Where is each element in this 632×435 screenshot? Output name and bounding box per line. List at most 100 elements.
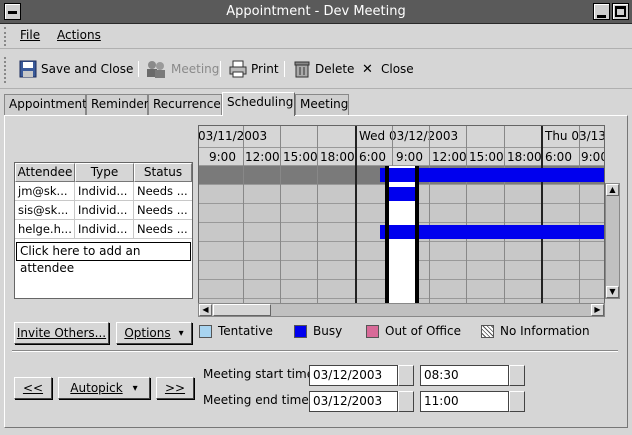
- title-bar: Appointment - Dev Meeting: [0, 0, 632, 24]
- grid-col-line: [466, 126, 467, 315]
- legend-out-of-office: Out of Office: [366, 324, 461, 338]
- start-time-field[interactable]: 08:30: [420, 365, 509, 386]
- legend-busy: Busy: [294, 324, 342, 338]
- next-button[interactable]: >>: [156, 377, 194, 399]
- add-attendee-field[interactable]: Click here to add an attendee: [16, 242, 191, 275]
- type-cell: Individ...: [75, 201, 134, 219]
- column-header-status[interactable]: Status: [134, 163, 192, 182]
- scroll-down-arrow-icon[interactable]: ▼: [606, 286, 619, 298]
- options-label: Options: [124, 326, 171, 340]
- end-date-dropdown[interactable]: [398, 391, 414, 412]
- tab-scheduling[interactable]: Scheduling: [222, 92, 295, 116]
- options-button[interactable]: Options ▾: [116, 322, 192, 344]
- day-header-row: 03/11/2003 Wed 03/12/2003 Thu 03/13/: [199, 126, 605, 148]
- hour-header-row: 9:00 12:00 15:00 18:00 6:00 9:00 12:00 1…: [199, 148, 604, 166]
- legend-tentative: Tentative: [199, 324, 273, 338]
- hour-label: 9:00: [581, 150, 604, 164]
- busy-swatch: [294, 324, 307, 338]
- divider: [12, 350, 618, 352]
- invite-others-label: Invite Others...: [16, 326, 107, 340]
- grid-col-line: [317, 126, 318, 315]
- hour-label: 6:00: [359, 150, 386, 164]
- column-header-attendee[interactable]: Attendee: [15, 163, 75, 182]
- invite-others-button[interactable]: Invite Others...: [14, 322, 109, 344]
- meeting-start-label: Meeting start time:: [203, 367, 319, 381]
- menubar-grip[interactable]: [4, 27, 10, 46]
- dropdown-arrow-icon: ▾: [178, 327, 184, 339]
- attendee-table[interactable]: Attendee Type Status jm@sk... Individ...…: [14, 162, 193, 299]
- tab-meeting[interactable]: Meeting: [295, 94, 349, 115]
- day-header: Wed 03/12/2003: [359, 129, 459, 143]
- day-header: Thu 03/13/: [545, 129, 605, 143]
- column-header-type[interactable]: Type: [75, 163, 134, 182]
- start-time-dropdown[interactable]: [509, 365, 525, 386]
- maximize-button[interactable]: [612, 3, 629, 20]
- delete-label: Delete: [315, 62, 355, 76]
- table-row[interactable]: helge.h... Individ... Needs ...: [15, 220, 192, 239]
- status-cell: Needs ...: [137, 203, 188, 217]
- end-time-dropdown[interactable]: [509, 391, 525, 412]
- scroll-left-arrow-icon[interactable]: ◀: [199, 304, 212, 316]
- attendee-cell: sis@sk...: [15, 201, 75, 219]
- schedule-grid[interactable]: 03/11/2003 Wed 03/12/2003 Thu 03/13/ 9:0…: [198, 125, 605, 316]
- window-title: Appointment - Dev Meeting: [226, 4, 406, 19]
- meeting-start-handle[interactable]: [385, 166, 389, 315]
- attendee-table-header: Attendee Type Status: [15, 163, 192, 182]
- legend-no-information-label: No Information: [500, 324, 590, 338]
- legend-busy-label: Busy: [313, 324, 343, 338]
- start-date-field[interactable]: 03/12/2003: [309, 365, 398, 386]
- print-label: Print: [251, 62, 279, 76]
- grid-col-line: [579, 126, 580, 315]
- hour-label: 12:00: [432, 150, 467, 164]
- grid-col-line: [280, 126, 281, 315]
- horizontal-scrollbar[interactable]: ◀ ▶: [198, 303, 605, 317]
- scroll-right-arrow-icon[interactable]: ▶: [591, 304, 604, 316]
- menu-actions[interactable]: Actions: [57, 28, 101, 42]
- close-button[interactable]: ✕ Close: [362, 59, 414, 79]
- busy-block-summary: [380, 168, 604, 182]
- status-cell: Needs ...: [137, 184, 188, 198]
- menu-actions-label: Actions: [57, 28, 101, 42]
- previous-label: <<: [22, 381, 44, 395]
- out-of-office-swatch: [366, 324, 379, 338]
- delete-button[interactable]: Delete: [292, 59, 354, 79]
- meeting-end-label: Meeting end time:: [203, 393, 313, 407]
- tab-recurrence[interactable]: Recurrence: [148, 94, 222, 115]
- toolbar-grip[interactable]: [4, 57, 10, 83]
- previous-button[interactable]: <<: [14, 377, 52, 399]
- menu-bar: File Actions: [0, 24, 632, 49]
- hour-label: 18:00: [320, 150, 355, 164]
- save-close-button[interactable]: Save and Close: [18, 59, 133, 79]
- scroll-thumb[interactable]: [213, 304, 271, 316]
- end-date-field[interactable]: 03/12/2003: [309, 391, 398, 412]
- meeting-button[interactable]: Meeting: [144, 59, 219, 79]
- trash-icon: [294, 61, 310, 78]
- vertical-scrollbar[interactable]: ▲ ▼: [605, 183, 620, 299]
- table-row[interactable]: sis@sk... Individ... Needs ...: [15, 201, 192, 220]
- tab-appointment[interactable]: Appointment: [4, 94, 87, 115]
- next-label: >>: [164, 381, 186, 395]
- attendee-cell: helge.h...: [15, 220, 75, 238]
- autopick-button[interactable]: Autopick ▾: [58, 377, 150, 399]
- grid-col-line: [504, 126, 505, 315]
- grid-col-line: [243, 126, 244, 315]
- busy-block-jm: [387, 187, 417, 201]
- grid-day-line: [355, 148, 357, 315]
- legend-tentative-label: Tentative: [218, 324, 273, 338]
- save-close-label: Save and Close: [41, 62, 134, 76]
- scroll-up-arrow-icon[interactable]: ▲: [606, 184, 619, 196]
- end-time-field[interactable]: 11:00: [420, 391, 509, 412]
- minimize-button[interactable]: [593, 3, 610, 20]
- type-cell: Individ...: [75, 182, 134, 200]
- menu-file[interactable]: File: [20, 28, 40, 42]
- tentative-swatch: [199, 324, 212, 338]
- hour-label: 9:00: [396, 150, 423, 164]
- start-date-dropdown[interactable]: [398, 365, 414, 386]
- print-button[interactable]: Print: [228, 59, 279, 79]
- tab-reminder[interactable]: Reminder: [86, 94, 149, 115]
- status-cell: Needs ...: [137, 222, 188, 236]
- toolbar-separator: [138, 61, 139, 77]
- meeting-end-handle[interactable]: [415, 166, 419, 315]
- table-row[interactable]: jm@sk... Individ... Needs ...: [15, 182, 192, 201]
- no-information-swatch: [481, 324, 494, 338]
